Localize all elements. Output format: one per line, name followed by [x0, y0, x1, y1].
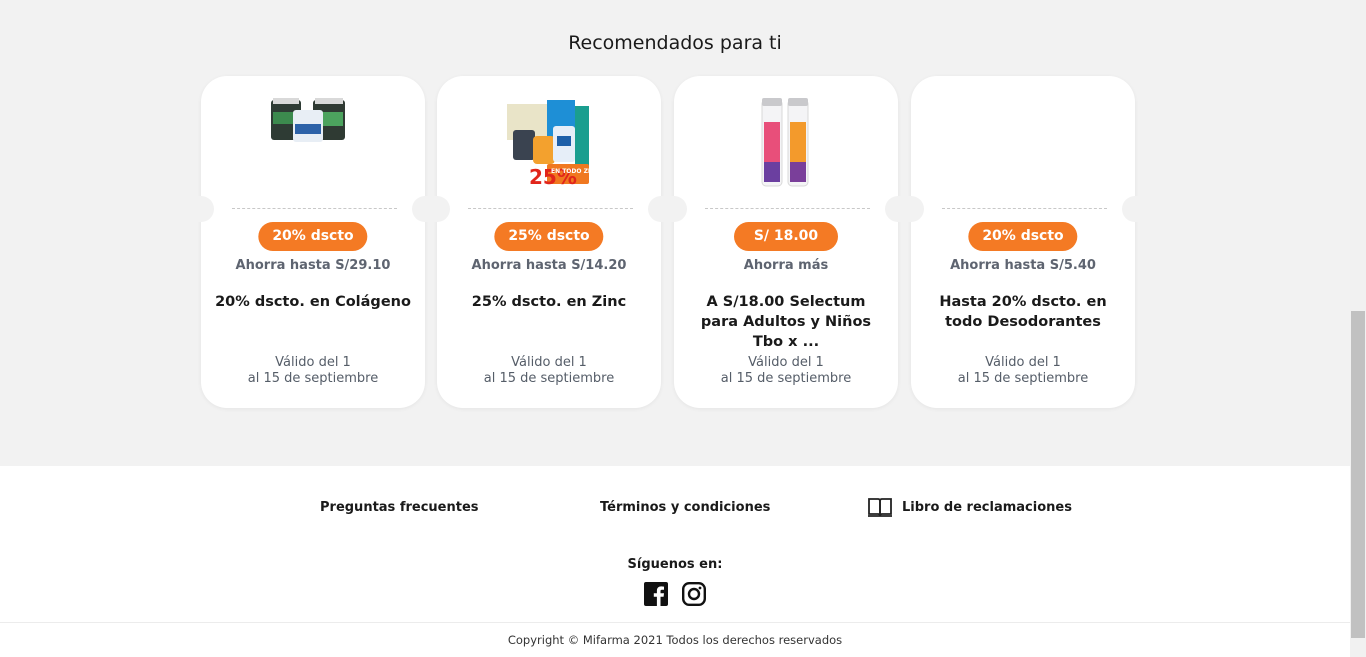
coupon-description: A S/18.00 Selectum para Adultos y Niños … — [700, 294, 872, 350]
product-image: 25% EN TODO ZINC — [437, 76, 661, 196]
terms-link[interactable]: Términos y condiciones — [600, 500, 770, 515]
complaints-link[interactable]: Libro de reclamaciones — [867, 496, 1072, 518]
discount-badge: 25% dscto — [494, 222, 604, 251]
ticket-divider — [468, 208, 633, 209]
copyright-text: Copyright © Mifarma 2021 Todos los derec… — [507, 633, 843, 647]
discount-badge: 20% dscto — [258, 222, 368, 251]
complaints-label: Libro de reclamaciones — [902, 499, 1072, 515]
savings-text: Ahorra más — [743, 258, 829, 273]
main-content: Recomendados para ti 20% dscto Ahorra ha… — [0, 0, 1350, 466]
section-title: Recomendados para ti — [568, 32, 782, 54]
selectum-tubes-image — [761, 98, 809, 187]
validity-line-2: al 15 de septiembre — [483, 371, 615, 386]
facebook-icon[interactable] — [644, 582, 668, 610]
footer-divider — [0, 622, 1350, 623]
ticket-notch-right — [1122, 196, 1148, 222]
book-icon — [867, 496, 893, 518]
coupon-card-desodorantes[interactable]: 20% dscto Ahorra hasta S/5.40 Hasta 20% … — [898, 76, 1148, 408]
ticket-divider — [705, 208, 870, 209]
product-image — [674, 76, 898, 196]
zinc-products-image: 25% EN TODO ZINC — [507, 100, 600, 189]
ticket-divider — [942, 208, 1107, 209]
product-image — [201, 76, 425, 196]
ticket-notch-left — [898, 196, 924, 222]
faq-link[interactable]: Preguntas frecuentes — [320, 500, 479, 515]
validity-line-1: Válido del 1 — [748, 355, 824, 370]
scrollbar-thumb[interactable] — [1351, 311, 1365, 638]
coupon-description: 25% dscto. en Zinc — [471, 294, 627, 310]
validity-line-2: al 15 de septiembre — [247, 371, 379, 386]
validity-text: Válido del 1 al 15 de septiembre — [437, 355, 661, 387]
coupon-card-zinc[interactable]: 25% EN TODO ZINC 25% dscto Ahorra hasta … — [424, 76, 674, 408]
follow-us-label: Síguenos en: — [627, 557, 723, 572]
coupon-card-selectum[interactable]: S/ 18.00 Ahorra más A S/18.00 Selectum p… — [661, 76, 911, 408]
savings-text: Ahorra hasta S/14.20 — [471, 258, 627, 273]
validity-line-1: Válido del 1 — [511, 355, 587, 370]
validity-line-1: Válido del 1 — [275, 355, 351, 370]
instagram-icon[interactable] — [682, 582, 707, 610]
validity-line-1: Válido del 1 — [985, 355, 1061, 370]
ticket-notch-left — [661, 196, 687, 222]
ticket-notch-left — [188, 196, 214, 222]
svg-text:EN TODO ZINC: EN TODO ZINC — [551, 168, 600, 175]
ticket-divider — [232, 208, 397, 209]
validity-line-2: al 15 de septiembre — [957, 371, 1089, 386]
product-image-empty — [911, 76, 1135, 196]
discount-badge: 20% dscto — [968, 222, 1078, 251]
coupon-card-colageno[interactable]: 20% dscto Ahorra hasta S/29.10 20% dscto… — [188, 76, 438, 408]
coupon-description: Hasta 20% dscto. en todo Desodorantes — [939, 294, 1107, 330]
validity-text: Válido del 1 al 15 de septiembre — [911, 355, 1135, 387]
price-badge: S/ 18.00 — [734, 222, 838, 251]
footer: Preguntas frecuentes Términos y condicio… — [0, 466, 1350, 657]
page-scrollbar[interactable] — [1350, 0, 1366, 657]
collagen-products-image — [271, 98, 345, 142]
savings-text: Ahorra hasta S/29.10 — [235, 258, 391, 273]
validity-text: Válido del 1 al 15 de septiembre — [201, 355, 425, 387]
validity-line-2: al 15 de septiembre — [720, 371, 852, 386]
validity-text: Válido del 1 al 15 de septiembre — [674, 355, 898, 387]
savings-text: Ahorra hasta S/5.40 — [950, 258, 1096, 273]
coupon-description: 20% dscto. en Colágeno — [215, 294, 411, 310]
ticket-notch-left — [424, 196, 450, 222]
